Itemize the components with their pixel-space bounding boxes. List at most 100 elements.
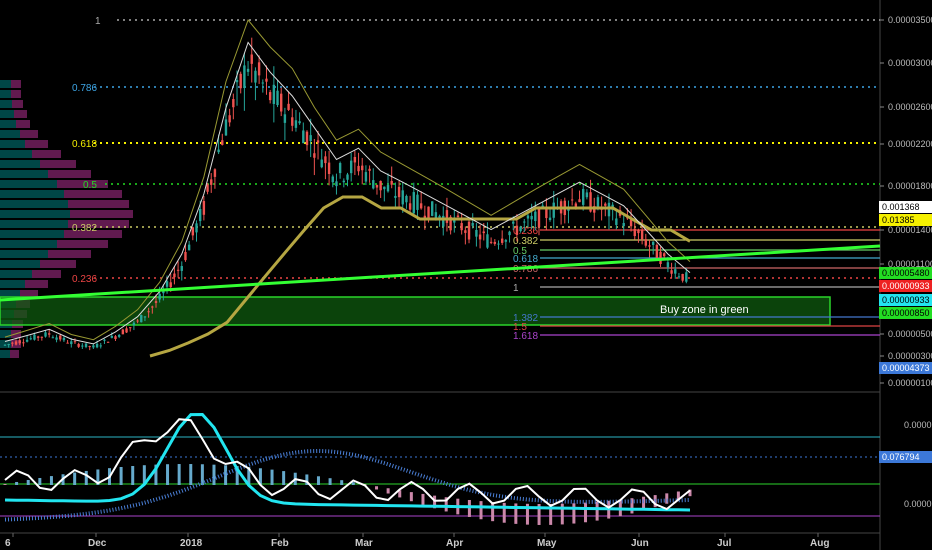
candle-body	[14, 341, 18, 345]
candle-body	[125, 328, 128, 333]
candle-body	[114, 336, 117, 340]
volume-profile-bar	[64, 190, 122, 198]
time-tick-label: Dec	[88, 538, 107, 549]
candle-body	[224, 119, 228, 136]
volume-profile-bar	[68, 200, 129, 208]
candle-body	[552, 202, 555, 218]
time-tick-label: Aug	[810, 538, 829, 549]
candle-body	[121, 329, 125, 335]
candle-body	[364, 172, 368, 182]
candle-body	[478, 234, 482, 240]
volume-profile-bar	[70, 210, 133, 218]
candle-body	[508, 231, 511, 236]
price-tick-label: 0.00000100	[888, 378, 932, 388]
histogram-bar	[340, 480, 344, 485]
histogram-bar	[491, 502, 495, 522]
candle-body	[677, 276, 681, 278]
volume-profile-bar	[25, 280, 48, 288]
candle-body	[110, 336, 114, 338]
candle-body	[213, 169, 217, 177]
candle-body	[346, 174, 349, 180]
candle-body	[408, 203, 412, 210]
volume-profile-bar	[10, 350, 19, 358]
candle-body	[663, 253, 666, 257]
candle-body	[268, 92, 272, 101]
price-tick-label: 0.00002600	[888, 102, 932, 112]
candle-body	[70, 341, 73, 345]
candle-body	[489, 241, 493, 243]
price-tag-text: 0.00000933	[882, 281, 930, 291]
candle-body	[206, 184, 209, 192]
volume-profile-bar	[0, 120, 16, 128]
candle-body	[198, 209, 202, 222]
candle-body	[316, 140, 320, 143]
candle-body	[210, 179, 213, 185]
fib-level-label: 0.382	[72, 223, 97, 234]
fib-level-label: 0.5	[83, 180, 97, 191]
candle-body	[22, 342, 25, 344]
candle-body	[77, 343, 80, 347]
candle-body	[530, 215, 533, 220]
time-tick-label: 2018	[180, 538, 203, 549]
volume-profile-bar	[0, 210, 70, 218]
histogram-bar	[177, 464, 181, 485]
candle-body	[202, 201, 206, 215]
histogram-bar	[3, 484, 7, 485]
time-tick-label: Mar	[355, 538, 373, 549]
candle-body	[66, 342, 69, 344]
volume-profile-bar	[40, 160, 76, 168]
candle-body	[228, 115, 231, 123]
candle-body	[500, 238, 504, 243]
candle-body	[615, 218, 618, 225]
candle-body	[169, 282, 172, 288]
fib-level-label: 0.236	[72, 274, 97, 285]
candle-body	[254, 70, 257, 83]
candle-body	[637, 229, 640, 234]
candle-body	[176, 269, 180, 271]
histogram-bar	[49, 476, 53, 485]
candle-body	[497, 243, 500, 245]
volume-profile-bar	[0, 160, 40, 168]
volume-profile-bar	[0, 220, 68, 228]
price-tag-text: 0.00004373	[882, 363, 930, 373]
candle-body	[537, 207, 541, 228]
candle-body	[276, 90, 279, 106]
candle-body	[519, 226, 522, 232]
candle-body	[394, 195, 397, 198]
candle-body	[309, 135, 312, 142]
candle-body	[659, 251, 662, 264]
candle-body	[88, 346, 91, 348]
candle-body	[3, 344, 7, 346]
price-tick-label: 0.00003000	[888, 58, 932, 68]
histogram-bar	[584, 502, 588, 523]
candle-body	[59, 335, 62, 340]
indicator-tick-label: 0.0000	[904, 420, 932, 430]
volume-profile-bar	[0, 240, 57, 248]
price-tag-text: 0.076794	[882, 452, 920, 462]
candle-body	[604, 203, 607, 206]
candle-body	[349, 160, 353, 174]
candle-body	[84, 343, 88, 347]
price-tag-text: 0.001368	[882, 202, 920, 212]
histogram-bar	[15, 481, 19, 485]
candle-body	[512, 221, 515, 224]
candle-body	[62, 337, 66, 341]
candle-body	[143, 316, 147, 318]
candle-body	[47, 333, 51, 335]
price-tick-label: 0.00000500	[888, 329, 932, 339]
candle-body	[493, 241, 497, 244]
candle-body	[44, 332, 47, 337]
volume-profile-bar	[0, 250, 48, 258]
chart-canvas[interactable]: Buy zone in green 1 0.786 0.618 0.5 0.382 0.2…	[0, 0, 932, 550]
volume-profile-bar	[16, 120, 30, 128]
candle-body	[140, 315, 143, 323]
volume-profile-bar	[12, 100, 23, 108]
candle-body	[73, 341, 77, 343]
candle-body	[280, 93, 283, 112]
candle-body	[640, 229, 644, 240]
candle-body	[151, 306, 154, 308]
candle-body	[504, 240, 508, 242]
histogram-bar	[421, 493, 425, 505]
volume-profile-bar	[32, 270, 61, 278]
candle-body	[257, 62, 261, 76]
